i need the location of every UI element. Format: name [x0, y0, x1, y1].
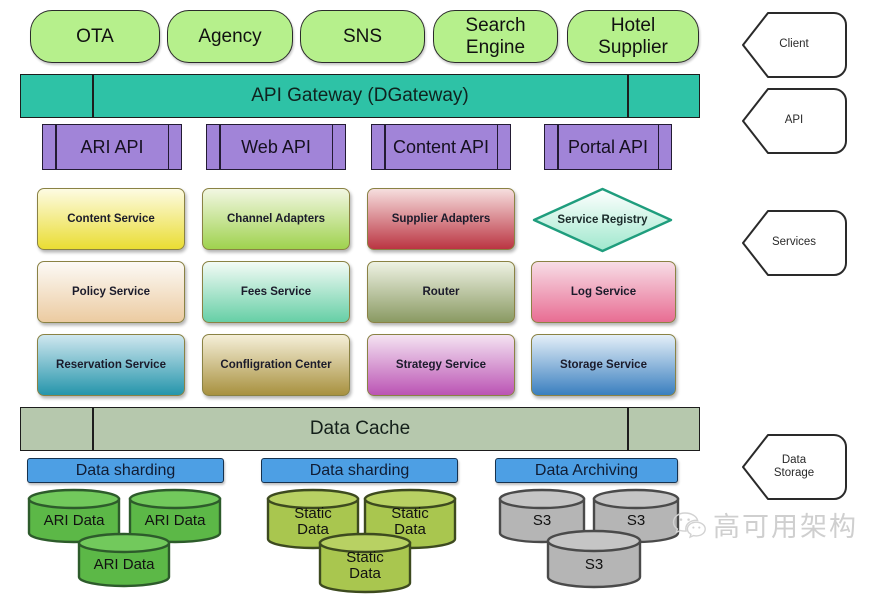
service-card-label: Supplier Adapters — [391, 213, 491, 225]
service-card-label: Strategy Service — [395, 359, 487, 371]
watermark: 高可用架构 — [672, 505, 858, 544]
storage-group-label-static[interactable]: Data sharding — [261, 458, 458, 483]
api-gateway-label: API Gateway (DGateway) — [251, 85, 469, 106]
database-cylinder-s3-3[interactable]: S3 — [546, 529, 642, 589]
service-card-storage-service[interactable]: Storage Service — [531, 334, 676, 396]
service-card-content-service[interactable]: Content Service — [37, 188, 185, 250]
service-card-supplier-adapters[interactable]: Supplier Adapters — [367, 188, 515, 250]
service-registry-label: Service Registry — [557, 214, 648, 226]
client-node-label: Search Engine — [465, 15, 526, 58]
watermark-text: 高可用架构 — [713, 512, 858, 542]
client-node-label: OTA — [76, 25, 114, 47]
service-card-label: Router — [422, 286, 460, 298]
layer-tag-api[interactable]: API — [740, 86, 848, 156]
api-node-label: Content API — [392, 136, 490, 157]
api-box-divider-left — [219, 125, 221, 169]
service-card-label: Content Service — [67, 213, 155, 225]
cylinder-shape — [546, 529, 642, 589]
api-box-divider-left — [55, 125, 57, 169]
client-node-label: Agency — [198, 25, 262, 47]
data-cache-bar[interactable]: Data Cache — [20, 407, 700, 451]
database-cylinder-ari-3[interactable]: ARI Data — [77, 532, 171, 588]
layer-tag-label: API — [784, 114, 804, 127]
api-box-divider-left — [384, 125, 386, 169]
api-box-divider-right — [331, 125, 333, 169]
cylinder-shape — [77, 532, 171, 588]
service-card-label: Channel Adapters — [227, 213, 325, 225]
api-node-label: Portal API — [567, 136, 649, 157]
gateway-divider-left — [92, 75, 94, 117]
service-card-label: Fees Service — [240, 286, 312, 298]
cache-divider-left — [92, 408, 94, 450]
layer-tag-services[interactable]: Services — [740, 208, 848, 278]
service-card-router[interactable]: Router — [367, 261, 515, 323]
client-node-sns[interactable]: SNS — [300, 10, 425, 63]
layer-tag-client[interactable]: Client — [740, 10, 848, 80]
api-node-label: Web API — [241, 136, 311, 157]
api-node-web-api[interactable]: Web API — [206, 124, 346, 170]
client-node-hotel-supplier[interactable]: Hotel Supplier — [567, 10, 699, 63]
client-node-agency[interactable]: Agency — [167, 10, 293, 63]
api-box-divider-left — [557, 125, 559, 169]
client-node-label: SNS — [342, 25, 383, 47]
service-card-label: Storage Service — [560, 359, 647, 371]
storage-group-label-text: Data sharding — [75, 461, 176, 479]
service-card-label: Log Service — [570, 286, 637, 298]
layer-tag-label: Services — [771, 236, 817, 249]
api-node-ari-api[interactable]: ARI API — [42, 124, 182, 170]
api-box-divider-right — [167, 125, 169, 169]
service-card-channel-adapters[interactable]: Channel Adapters — [202, 188, 350, 250]
service-card-confligration-center[interactable]: Confligration Center — [202, 334, 350, 396]
service-card-label: Confligration Center — [220, 359, 332, 371]
database-cylinder-static-3[interactable]: Static Data — [318, 532, 412, 594]
api-gateway-bar[interactable]: API Gateway (DGateway) — [20, 74, 700, 118]
service-card-label: Policy Service — [72, 286, 150, 298]
layer-tag-label: Client — [779, 38, 809, 51]
api-node-content-api[interactable]: Content API — [371, 124, 511, 170]
service-registry-node[interactable]: Service Registry — [530, 186, 675, 254]
layer-tag-data-storage[interactable]: Data Storage — [740, 432, 848, 502]
service-card-label: Reservation Service — [56, 359, 166, 371]
storage-group-label-text: Data Archiving — [534, 461, 639, 479]
api-box-divider-right — [657, 125, 659, 169]
client-node-ota[interactable]: OTA — [30, 10, 160, 63]
storage-group-label-text: Data sharding — [309, 461, 410, 479]
storage-group-label-archiving[interactable]: Data Archiving — [495, 458, 678, 483]
client-node-search-engine[interactable]: Search Engine — [433, 10, 558, 63]
service-card-reservation-service[interactable]: Reservation Service — [37, 334, 185, 396]
layer-tag-label: Data Storage — [773, 453, 815, 479]
architecture-diagram: OTA Agency SNS Search Engine Hotel Supplie… — [0, 0, 896, 594]
service-card-policy-service[interactable]: Policy Service — [37, 261, 185, 323]
wechat-logo-icon — [672, 511, 706, 538]
service-card-log-service[interactable]: Log Service — [531, 261, 676, 323]
client-node-label: Hotel Supplier — [598, 15, 668, 58]
api-node-label: ARI API — [80, 136, 144, 157]
service-card-fees-service[interactable]: Fees Service — [202, 261, 350, 323]
storage-group-label-ari[interactable]: Data sharding — [27, 458, 224, 483]
api-box-divider-right — [496, 125, 498, 169]
cache-divider-right — [627, 408, 629, 450]
api-node-portal-api[interactable]: Portal API — [544, 124, 672, 170]
cylinder-shape — [318, 532, 412, 594]
gateway-divider-right — [627, 75, 629, 117]
data-cache-label: Data Cache — [309, 418, 411, 439]
service-card-strategy-service[interactable]: Strategy Service — [367, 334, 515, 396]
